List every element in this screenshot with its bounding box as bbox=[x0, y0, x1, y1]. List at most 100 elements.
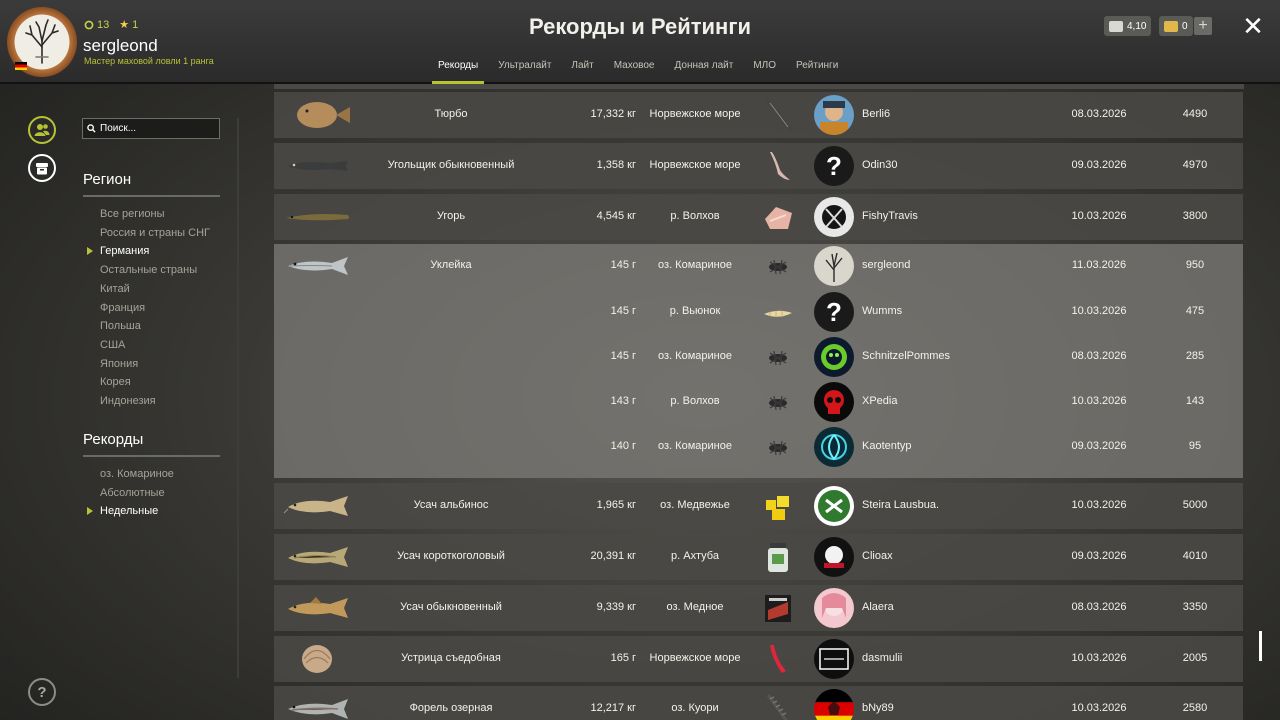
player-avatar-icon[interactable] bbox=[814, 427, 854, 468]
germany-flag-icon bbox=[15, 62, 27, 70]
silver-currency[interactable]: 4,10 bbox=[1104, 16, 1152, 36]
record-row[interactable]: Угорь 4,545 кг р. Волхов FishyTravis 10.03.2… bbox=[274, 193, 1243, 240]
player-avatar-icon[interactable] bbox=[814, 246, 854, 287]
search-input[interactable] bbox=[100, 123, 210, 134]
record-score: 3800 bbox=[1182, 209, 1208, 222]
region-item[interactable]: Франция bbox=[100, 299, 210, 318]
region-item[interactable]: Россия и страны СНГ bbox=[100, 224, 210, 243]
record-weight: 140 г bbox=[610, 440, 636, 453]
records-filter-list: оз. Комариное Абсолютные Недельные bbox=[87, 465, 174, 521]
player-avatar-icon[interactable] bbox=[814, 95, 854, 135]
tab-4[interactable]: Донная лайт bbox=[665, 60, 744, 84]
player-name: sergleond bbox=[862, 259, 911, 272]
sidebar-divider bbox=[237, 118, 239, 678]
jig-lure-icon bbox=[762, 99, 794, 131]
tab-0[interactable]: Рекорды bbox=[428, 60, 488, 84]
region-item[interactable]: Япония bbox=[100, 355, 210, 374]
player-name: FishyTravis bbox=[862, 209, 918, 222]
region-item[interactable]: США bbox=[100, 336, 210, 355]
player-avatar-icon[interactable] bbox=[814, 587, 854, 628]
region-item[interactable]: Корея bbox=[100, 373, 210, 392]
record-location: оз. Медвежье bbox=[660, 499, 730, 512]
record-location: оз. Куори bbox=[671, 702, 719, 715]
paste-jar-bait-icon bbox=[762, 541, 794, 573]
record-score: 4970 bbox=[1182, 158, 1208, 171]
top-bar: 13 ★ 1 sergleond Мастер маховой ловли 1 … bbox=[0, 0, 1280, 84]
region-item[interactable]: Польша bbox=[100, 317, 210, 336]
record-row[interactable]: Устрица съедобная 165 г Норвежское море das… bbox=[274, 635, 1243, 682]
close-button[interactable]: ✕ bbox=[1241, 13, 1265, 39]
player-name: Berli6 bbox=[862, 108, 891, 120]
record-location: р. Волхов bbox=[670, 394, 720, 407]
player-avatar-icon[interactable]: ? bbox=[814, 145, 854, 186]
tab-2[interactable]: Лайт bbox=[561, 60, 603, 84]
player-name: Alaera bbox=[862, 600, 894, 613]
record-weight: 145 г bbox=[610, 259, 636, 272]
friends-button[interactable] bbox=[28, 116, 56, 144]
region-item[interactable]: Германия bbox=[87, 242, 210, 261]
record-row[interactable]: Усач альбинос 1,965 кг оз. Медвежье Steira … bbox=[274, 483, 1243, 530]
tab-1[interactable]: Ультралайт bbox=[488, 60, 561, 84]
player-name: Steira Lausbua. bbox=[862, 499, 940, 512]
record-location: р. Ахтуба bbox=[671, 550, 719, 562]
tab-3[interactable]: Маховое bbox=[604, 60, 665, 84]
record-weight: 165 г bbox=[610, 651, 636, 664]
search-box[interactable] bbox=[82, 118, 220, 139]
record-row[interactable]: Уклейка 145 г оз. Комариное sergleond 11.03.… bbox=[274, 244, 1243, 479]
tab-6[interactable]: Рейтинги bbox=[786, 60, 848, 84]
fish-name: Усач альбинос bbox=[413, 499, 489, 512]
record-location: р. Вьюнок bbox=[669, 304, 721, 317]
player-avatar-icon[interactable] bbox=[814, 381, 854, 422]
region-section-title: Регион bbox=[83, 171, 132, 188]
player-avatar-icon[interactable] bbox=[814, 537, 854, 577]
record-weight: 1,965 кг bbox=[596, 499, 636, 512]
record-score: 4490 bbox=[1182, 108, 1208, 120]
help-button[interactable]: ? bbox=[28, 678, 56, 706]
gold-currency[interactable]: 0 bbox=[1159, 16, 1193, 36]
player-avatar-icon[interactable] bbox=[814, 336, 854, 377]
record-row[interactable]: Усач короткоголовый 20,391 кг р. Ахтуба Cli… bbox=[274, 534, 1243, 580]
region-item[interactable]: Остальные страны bbox=[100, 261, 210, 280]
record-date: 10.03.2026 bbox=[1071, 394, 1127, 407]
record-row[interactable]: Угольщик обыкновенный 1,358 кг Норвежское … bbox=[274, 142, 1243, 189]
gold-coins-icon bbox=[1164, 20, 1178, 32]
silver-coins-icon bbox=[1109, 20, 1123, 32]
record-date: 10.03.2026 bbox=[1071, 209, 1127, 222]
record-date: 08.03.2026 bbox=[1071, 349, 1127, 362]
tab-5[interactable]: МЛО bbox=[743, 60, 786, 84]
region-item[interactable]: Индонезия bbox=[100, 392, 210, 411]
help-icon: ? bbox=[37, 683, 47, 701]
player-avatar-icon[interactable] bbox=[814, 486, 854, 527]
svg-text:?: ? bbox=[826, 297, 842, 327]
records-filter-item[interactable]: оз. Комариное bbox=[100, 465, 174, 484]
player-name: dasmulii bbox=[862, 651, 903, 664]
player-avatar-icon[interactable] bbox=[814, 196, 854, 237]
record-weight: 9,339 кг bbox=[596, 600, 636, 613]
records-filter-item[interactable]: Недельные bbox=[87, 502, 174, 521]
record-row[interactable]: Тюрбо 17,332 кг Норвежское море Berli6 08.03… bbox=[274, 92, 1243, 138]
inventory-button[interactable] bbox=[28, 154, 56, 182]
record-row[interactable]: Форель озерная 12,217 кг оз. Куори bNy89 10.… bbox=[274, 686, 1243, 720]
region-item[interactable]: Китай bbox=[100, 280, 210, 299]
add-currency-button[interactable]: + bbox=[1194, 17, 1212, 35]
scrollbar-thumb[interactable] bbox=[1259, 631, 1262, 661]
fish-name: Угольщик обыкновенный bbox=[387, 158, 515, 171]
insect-bait-icon bbox=[762, 386, 794, 418]
cheese-bait-icon bbox=[762, 490, 794, 522]
records-filter-item[interactable]: Абсолютные bbox=[100, 484, 174, 503]
player-name: SchnitzelPommes bbox=[862, 349, 951, 362]
player-avatar-icon[interactable]: ? bbox=[814, 291, 854, 332]
fish-name: Усач обыкновенный bbox=[400, 600, 502, 613]
player-name: Odin30 bbox=[862, 158, 898, 171]
record-row[interactable]: Усач обыкновенный 9,339 кг оз. Медное Alaer… bbox=[274, 584, 1243, 631]
record-weight: 143 г bbox=[610, 394, 636, 407]
record-date: 09.03.2026 bbox=[1071, 550, 1127, 562]
insect-bait-icon bbox=[762, 431, 794, 463]
player-avatar-icon[interactable] bbox=[814, 638, 854, 679]
record-score: 2005 bbox=[1182, 651, 1208, 664]
region-item[interactable]: Все регионы bbox=[100, 205, 210, 224]
player-avatar-icon[interactable] bbox=[814, 689, 854, 720]
records-divider bbox=[83, 455, 220, 457]
region-list: Все регионы Россия и страны СНГ Германия Ос… bbox=[87, 205, 210, 411]
insect-bait-icon bbox=[762, 341, 794, 373]
